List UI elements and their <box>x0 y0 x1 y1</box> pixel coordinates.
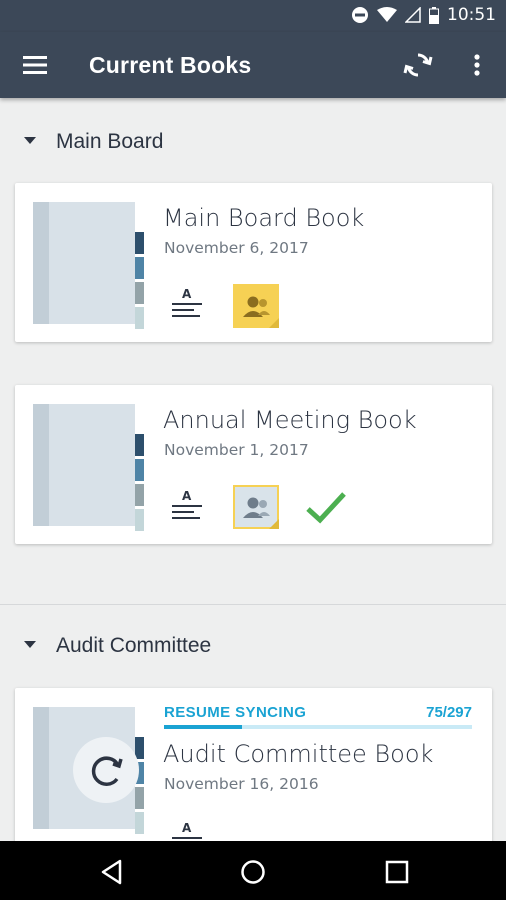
downloaded-check-icon <box>306 492 346 524</box>
section-header-main-board[interactable]: Main Board <box>0 122 506 162</box>
section-divider <box>0 604 506 605</box>
menu-icon[interactable] <box>22 53 48 77</box>
page-title: Current Books <box>89 52 252 78</box>
resume-syncing-button[interactable]: RESUME SYNCING <box>164 704 306 721</box>
collapse-caret-icon <box>24 137 36 144</box>
sync-progress-bar <box>164 725 472 729</box>
book-title: Annual Meeting Book <box>163 406 417 434</box>
do-not-disturb-icon <box>352 7 368 23</box>
section-label: Main Board <box>56 130 164 153</box>
book-title: Audit Committee Book <box>163 740 434 768</box>
status-bar: 10:51 <box>0 0 506 32</box>
battery-icon <box>429 6 439 24</box>
wifi-icon <box>377 7 397 22</box>
sync-progress-fill <box>164 725 242 729</box>
shared-annotations-icon[interactable] <box>233 485 279 529</box>
home-icon[interactable] <box>240 859 266 885</box>
system-nav-bar <box>0 841 506 900</box>
book-date: November 16, 2016 <box>164 775 319 793</box>
syncing-overlay <box>73 737 139 803</box>
book-title: Main Board Book <box>163 204 365 232</box>
annotations-icon[interactable]: A <box>170 286 204 320</box>
shared-annotations-icon[interactable] <box>233 284 279 328</box>
book-thumbnail <box>33 202 145 329</box>
section-header-audit-committee[interactable]: Audit Committee <box>0 626 506 666</box>
book-card-annual-meeting[interactable]: Annual Meeting Book November 1, 2017 A <box>15 385 492 544</box>
book-date: November 6, 2017 <box>164 239 309 257</box>
book-card-audit-committee[interactable]: RESUME SYNCING 75/297 Audit Committee Bo… <box>15 688 492 847</box>
annotation-letter: A <box>182 821 192 835</box>
recents-icon[interactable] <box>384 859 410 885</box>
annotation-letter: A <box>182 287 192 301</box>
app-bar: Current Books <box>0 32 506 98</box>
book-card-main-board[interactable]: Main Board Book November 6, 2017 A <box>15 183 492 342</box>
collapse-caret-icon <box>24 641 36 648</box>
annotation-letter: A <box>182 489 192 503</box>
sync-count: 75/297 <box>426 704 472 721</box>
annotations-icon[interactable]: A <box>170 488 204 522</box>
sync-progress-icon <box>91 756 123 786</box>
back-icon[interactable] <box>99 859 125 885</box>
book-date: November 1, 2017 <box>164 441 309 459</box>
book-thumbnail <box>33 404 145 531</box>
clock-time: 10:51 <box>447 5 496 25</box>
book-thumbnail <box>33 707 145 834</box>
more-vert-icon[interactable] <box>466 49 488 81</box>
sync-icon[interactable] <box>402 49 434 81</box>
section-label: Audit Committee <box>56 634 212 657</box>
signal-icon <box>405 7 421 23</box>
